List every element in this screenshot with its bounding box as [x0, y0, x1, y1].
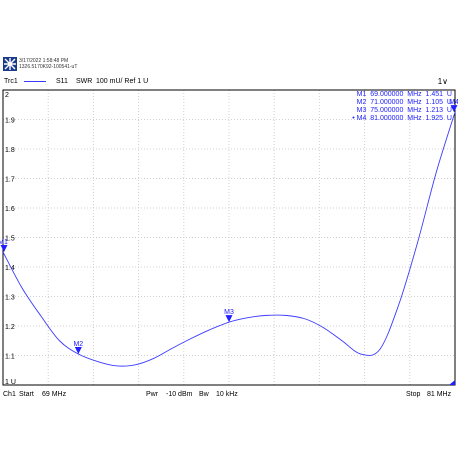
marker-id: M4 — [356, 115, 367, 122]
marker-readout-m4[interactable]: • M4 81.000000 MHz 1.925 U — [352, 115, 452, 123]
trace-point — [134, 364, 135, 365]
marker-frequency-unit: MHz — [403, 91, 422, 98]
trace-point — [97, 361, 98, 362]
stop-value[interactable]: 81 MHz — [427, 389, 451, 401]
trace-point — [379, 349, 380, 350]
marker-frequency: 81.000000 — [366, 115, 404, 122]
trace-point — [153, 358, 154, 359]
marker-unit: U — [443, 107, 452, 114]
marker-m3-label: M3 — [224, 309, 234, 316]
marker-unit: U — [443, 99, 452, 106]
start-label: Start — [19, 391, 34, 398]
trace-point — [115, 365, 116, 366]
trace-point — [191, 338, 192, 339]
trace-point — [210, 329, 211, 330]
y-tick-label: 1.2 — [5, 324, 15, 331]
marker-unit: U — [443, 91, 452, 98]
channel-label[interactable]: Ch1 — [3, 389, 16, 401]
marker-readout-m2[interactable]: M2 71.000000 MHz 1.105 U — [357, 99, 452, 107]
trace-point — [341, 340, 342, 341]
marker-frequency: 75.000000 — [366, 107, 404, 114]
trace-point — [323, 327, 324, 328]
start-value[interactable]: 69 MHz — [42, 389, 66, 401]
stop-label: Stop — [406, 391, 421, 398]
trace-point — [21, 287, 22, 288]
marker-frequency-unit: MHz — [403, 115, 422, 122]
y-tick-label: 1.6 — [5, 206, 15, 213]
trace-point — [304, 318, 305, 319]
trace-point — [398, 305, 399, 306]
power-label: Pwr — [146, 391, 159, 398]
marker-value: 1.925 — [421, 115, 444, 122]
trace-point — [59, 340, 60, 341]
marker-frequency: 69.000000 — [366, 91, 404, 98]
y-tick-label: 1.3 — [5, 295, 15, 302]
trace-point — [285, 315, 286, 316]
marker-value: 1.451 — [421, 91, 444, 98]
marker-readout-m1[interactable]: M1 69.000000 MHz 1.451 U — [357, 91, 452, 99]
y-tick-label: 1.9 — [5, 118, 15, 125]
marker-id: M2 — [356, 99, 367, 106]
trace-point — [360, 353, 361, 354]
y-tick-label: 2 — [5, 92, 9, 99]
marker-m1-triangle — [0, 244, 8, 252]
y-tick-label: 1.1 — [5, 354, 15, 361]
marker-value: 1.105 — [421, 99, 444, 106]
trace-point — [172, 348, 173, 349]
marker-frequency: 71.000000 — [366, 99, 404, 106]
y-tick-label: 1.8 — [5, 147, 15, 154]
trace-point — [417, 243, 418, 244]
marker-value: 1.213 — [421, 107, 444, 114]
trace-point — [247, 317, 248, 318]
marker-m2-label: M2 — [73, 341, 83, 348]
stop-indicator-icon — [449, 380, 455, 385]
marker-m1-label: M1 — [0, 239, 8, 246]
marker-readout-m3[interactable]: M3 75.000000 MHz 1.213 U — [357, 107, 452, 115]
bandwidth-label: Bw — [199, 391, 209, 398]
trace-point — [454, 112, 455, 113]
trace-point — [266, 315, 267, 316]
y-tick-label: 1.7 — [5, 177, 15, 184]
footer-bar: Ch1 Start 69 MHz Pwr -10 dBm Bw 10 kHz S… — [0, 389, 458, 401]
trace-point — [40, 315, 41, 316]
marker-unit: U — [443, 115, 452, 122]
marker-frequency-unit: MHz — [403, 107, 422, 114]
bandwidth-value[interactable]: 10 kHz — [216, 389, 238, 401]
marker-frequency-unit: MHz — [403, 99, 422, 106]
marker-id: M3 — [356, 107, 367, 114]
power-value[interactable]: -10 dBm — [166, 389, 192, 401]
vna-screen: 3/17/2022 1:58:48 PM 1326.5170K92-100541… — [0, 0, 458, 458]
marker-id: M1 — [356, 91, 367, 98]
trace-point — [436, 172, 437, 173]
trace-point — [2, 251, 3, 252]
y-tick-label: 1 U — [5, 379, 16, 386]
